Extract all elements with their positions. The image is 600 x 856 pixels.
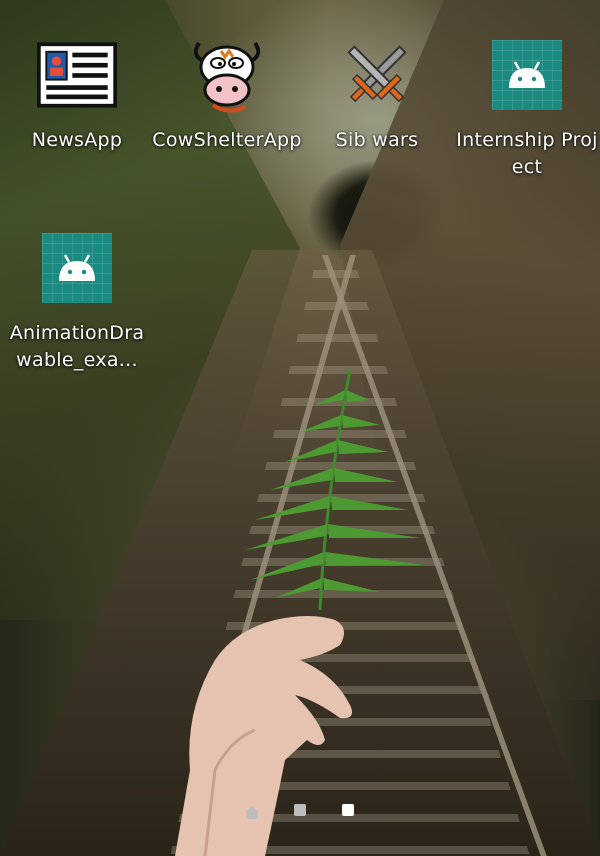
crossed-swords-icon: [337, 35, 417, 115]
app-cowshelterapp[interactable]: CowShelterApp: [152, 35, 302, 154]
app-label: CowShelterApp: [152, 129, 302, 151]
home-screen: NewsApp CowShelterApp Sib wars Internshi…: [0, 0, 600, 856]
app-label: Sib wars: [335, 129, 419, 151]
app-label: AnimationDrawable_exa...: [9, 322, 145, 371]
page-dot-2[interactable]: [294, 804, 306, 816]
home-icon[interactable]: [245, 804, 259, 819]
app-sib-wars[interactable]: Sib wars: [302, 35, 452, 154]
cow-icon: [187, 35, 267, 115]
app-animationdrawable-example[interactable]: AnimationDrawable_exa...: [2, 228, 152, 374]
page-indicator: [0, 800, 600, 820]
wallpaper-fern: [245, 369, 425, 611]
app-label: Internship Project: [456, 129, 598, 178]
android-icon: [37, 228, 117, 308]
page-dot-3-active[interactable]: [342, 804, 354, 816]
android-icon: [487, 35, 567, 115]
app-newsapp[interactable]: NewsApp: [2, 35, 152, 154]
app-label: NewsApp: [31, 129, 123, 151]
app-internship-project[interactable]: Internship Project: [452, 35, 600, 181]
newspaper-icon: [37, 35, 117, 115]
